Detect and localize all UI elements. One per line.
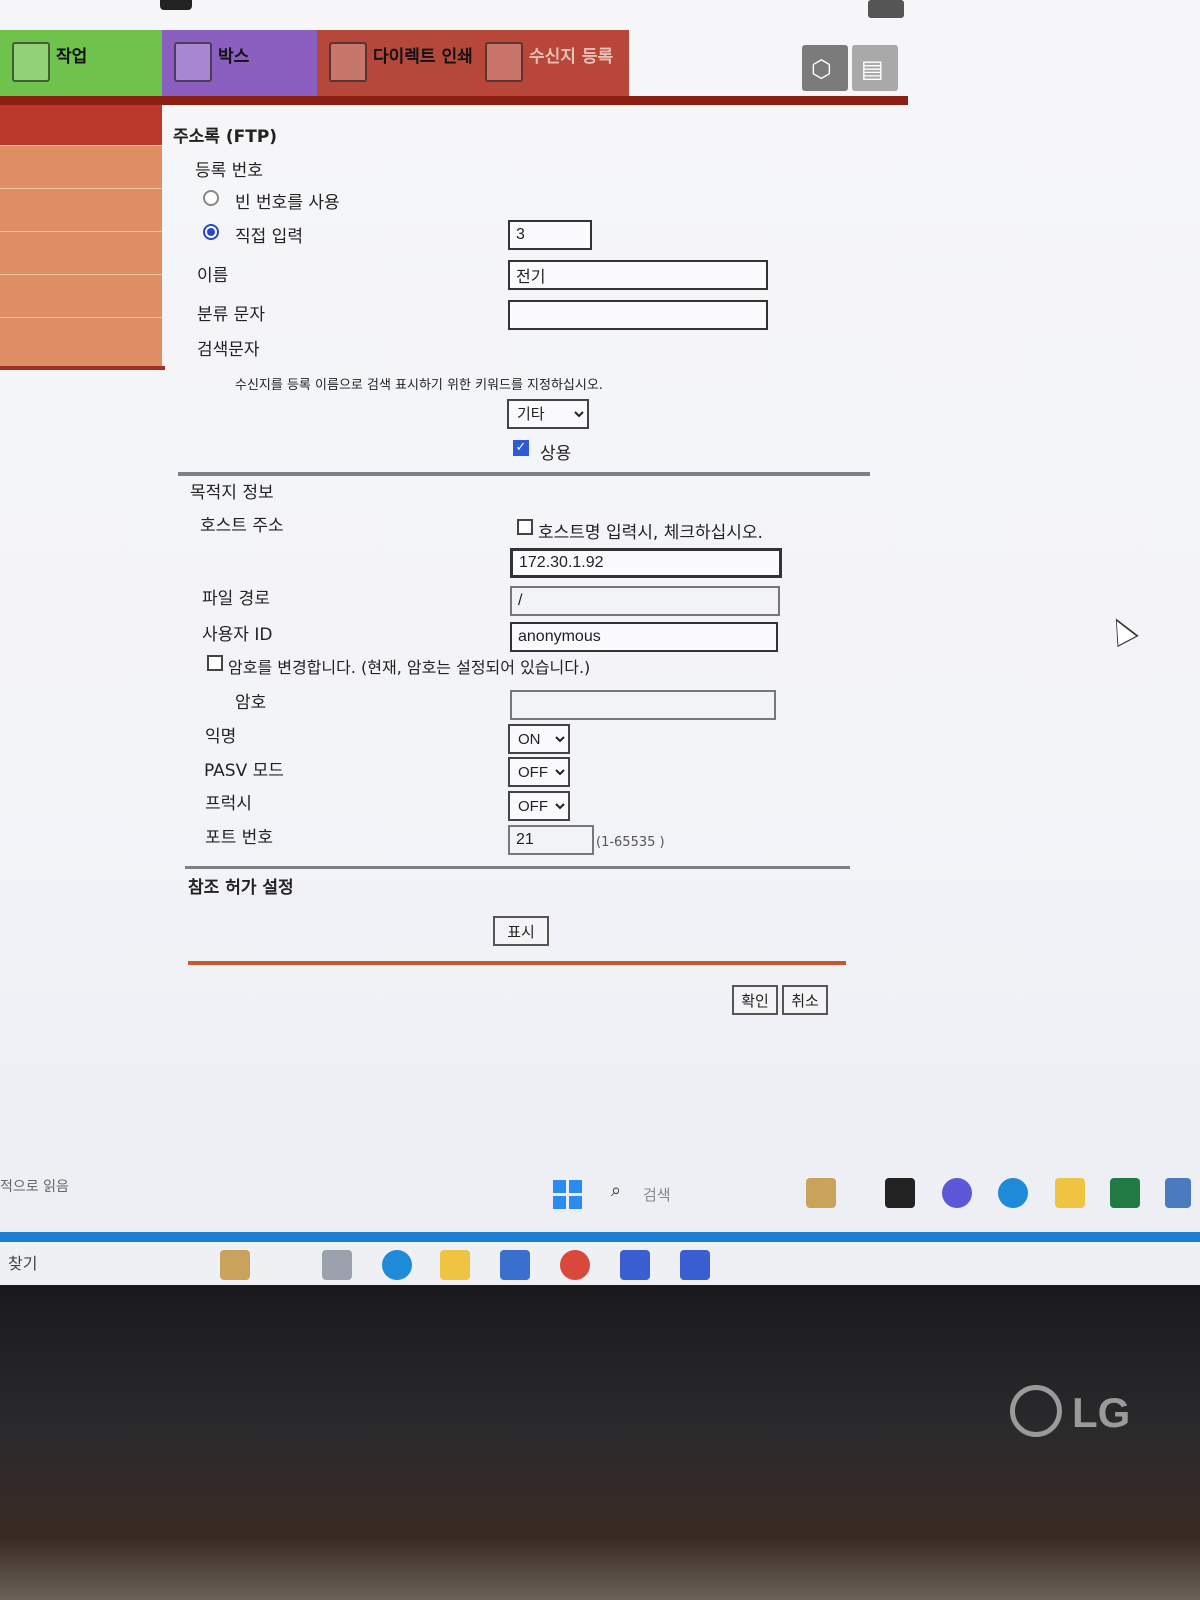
search-hint: 수신지를 등록 이름으로 검색 표시하기 위한 키워드를 지정하십시오. [235, 378, 603, 393]
name-input[interactable] [508, 260, 768, 290]
radio-direct-input[interactable] [203, 224, 219, 240]
common-label: 상용 [540, 444, 572, 464]
hwp-icon[interactable] [680, 1250, 710, 1280]
direct-input-label: 직접 입력 [235, 227, 303, 247]
change-password-label: 암호를 변경합니다. (현재, 암호는 설정되어 있습니다.) [228, 658, 591, 677]
find-label: 찾기 [8, 1254, 38, 1273]
left-menu-item[interactable] [0, 274, 162, 317]
left-menu [0, 105, 162, 370]
section-divider [178, 472, 870, 476]
use-empty-number-label: 빈 번호를 사용 [235, 193, 340, 213]
direct-print-icon [329, 42, 367, 82]
card-icon[interactable]: ▤ [852, 45, 898, 91]
password-input[interactable] [510, 690, 776, 720]
hostname-checkbox[interactable] [517, 519, 533, 535]
port-range: (1-65535 ) [596, 835, 665, 850]
password-label: 암호 [235, 693, 267, 713]
user-input[interactable] [510, 622, 778, 652]
port-label: 포트 번호 [205, 828, 273, 848]
change-password-checkbox[interactable] [207, 655, 223, 671]
common-checkbox[interactable]: ✓ [513, 440, 529, 456]
windows-start-icon[interactable] [553, 1180, 583, 1210]
cube-icon[interactable]: ⬡ [802, 45, 848, 91]
top-right-icon[interactable] [868, 0, 904, 18]
folder-icon[interactable] [440, 1250, 470, 1280]
tab-job[interactable]: 작업 [0, 30, 162, 96]
lg-brand-text: LG [1072, 1389, 1131, 1436]
job-icon [12, 42, 50, 82]
taskbar-separator [0, 1232, 1200, 1242]
chat-app-icon[interactable] [942, 1178, 972, 1208]
name-label: 이름 [197, 266, 229, 286]
reg-number-input[interactable] [508, 220, 592, 250]
monitor-bezel: LG [0, 1285, 1200, 1600]
books-app-icon[interactable] [220, 1250, 250, 1280]
edge-icon[interactable] [382, 1250, 412, 1280]
anonymous-label: 익명 [205, 727, 237, 747]
show-button[interactable]: 표시 [493, 916, 549, 946]
mail-icon[interactable] [500, 1250, 530, 1280]
excel-icon[interactable] [1110, 1178, 1140, 1208]
left-menu-divider [0, 366, 165, 370]
radio-use-empty-number[interactable] [203, 190, 219, 206]
proxy-label: 프럭시 [205, 794, 252, 814]
register-icon [485, 42, 523, 82]
path-label: 파일 경로 [202, 589, 270, 609]
ok-button[interactable]: 확인 [732, 985, 778, 1015]
left-menu-item[interactable] [0, 188, 162, 231]
destination-title: 목적지 정보 [190, 483, 274, 503]
calculator-icon[interactable] [1165, 1178, 1191, 1208]
bottom-divider [188, 961, 846, 965]
tab-register-label: 수신지 등록 [529, 47, 614, 67]
left-menu-item[interactable] [0, 231, 162, 274]
reference-title: 참조 허가 설정 [188, 878, 294, 898]
folder-icon[interactable] [1055, 1178, 1085, 1208]
port-input[interactable] [508, 825, 594, 855]
books-app-icon[interactable] [806, 1178, 836, 1208]
reg-number-label: 등록 번호 [195, 161, 263, 181]
search-label: 검색문자 [197, 340, 260, 360]
taskbar-secondary: 찾기 [0, 1242, 1200, 1285]
pasv-select[interactable]: OFF [508, 757, 570, 787]
task-view-icon[interactable] [322, 1250, 352, 1280]
taskbar-main: ⌕ 검색 [0, 1165, 1200, 1235]
cancel-button[interactable]: 취소 [782, 985, 828, 1015]
taskbar-search[interactable]: ⌕ 검색 [605, 1178, 785, 1210]
tab-job-label: 작업 [56, 47, 88, 67]
tab-register[interactable]: 수신지 등록 [473, 30, 629, 96]
tab-direct-print-label: 다이렉트 인쇄 [373, 47, 473, 67]
lg-logo-icon [1010, 1385, 1062, 1437]
host-input[interactable] [510, 548, 782, 578]
notion-app-icon[interactable] [885, 1178, 915, 1208]
edge-icon[interactable] [998, 1178, 1028, 1208]
user-label: 사용자 ID [202, 625, 273, 645]
search-select[interactable]: 기타 [507, 399, 589, 429]
top-message-icon [160, 0, 192, 10]
chrome-icon[interactable] [560, 1250, 590, 1280]
section-title-ftp: 주소록 (FTP) [173, 127, 278, 147]
screen: 작업 박스 다이렉트 인쇄 수신지 등록 ⬡ ▤ 주소록 (FTP) 등록 번호… [0, 0, 1200, 1285]
search-icon: ⌕ [611, 1180, 622, 1201]
section-divider [185, 866, 850, 869]
proxy-select[interactable]: OFF [508, 791, 570, 821]
left-menu-item[interactable] [0, 145, 162, 188]
tab-direct-print[interactable]: 다이렉트 인쇄 [317, 30, 473, 96]
host-label: 호스트 주소 [200, 516, 284, 536]
taskbar-search-placeholder: 검색 [643, 1186, 671, 1204]
hostname-check-label: 호스트명 입력시, 체크하십시오. [538, 523, 763, 543]
left-menu-item[interactable] [0, 317, 162, 360]
tab-box-label: 박스 [218, 47, 250, 67]
hwp-icon[interactable] [620, 1250, 650, 1280]
category-label: 분류 문자 [197, 305, 265, 325]
left-menu-header [0, 105, 162, 145]
category-input[interactable] [508, 300, 768, 330]
tab-box[interactable]: 박스 [162, 30, 317, 96]
path-input[interactable] [510, 586, 780, 616]
box-icon [174, 42, 212, 82]
tab-underline [0, 96, 908, 105]
pasv-label: PASV 모드 [204, 761, 284, 781]
anonymous-select[interactable]: ON [508, 724, 570, 754]
top-message [160, 0, 420, 12]
